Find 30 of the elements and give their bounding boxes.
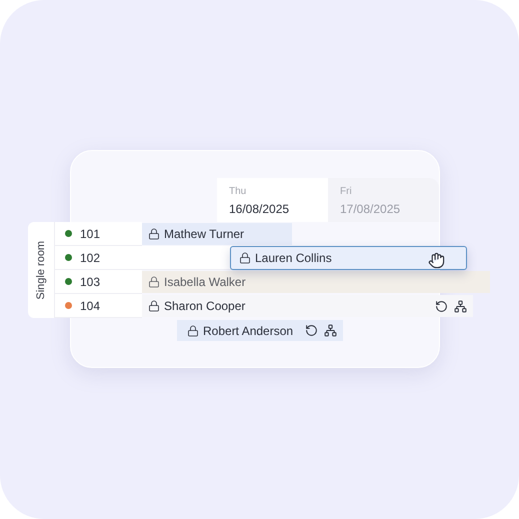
room-number: 102 [80,250,100,266]
booking-bar[interactable]: Isabella Walker [142,271,490,293]
day-header[interactable]: Thu 16/08/2025 [217,178,328,222]
booking-bar[interactable]: Mathew Turner [142,223,292,245]
guest-name: Robert Anderson [203,322,294,340]
dragged-booking-bar[interactable]: Lauren Collins [230,246,467,270]
refresh-icon[interactable] [305,324,318,337]
date-label: 17/08/2025 [340,201,402,218]
booking-bar[interactable]: Sharon Cooper [142,295,473,317]
room-number: 101 [80,226,100,242]
room-number: 104 [80,298,100,314]
guest-name: Mathew Turner [164,226,244,243]
grab-cursor-icon [428,252,445,268]
guest-name: Sharon Cooper [164,298,246,315]
guest-name: Lauren Collins [255,250,332,267]
hierarchy-icon[interactable] [324,324,337,337]
lock-icon [148,276,160,288]
weekday-label: Thu [229,186,248,198]
lock-icon [239,252,251,264]
refresh-icon[interactable] [435,300,448,312]
room-number: 103 [80,274,100,290]
hierarchy-icon[interactable] [454,300,467,312]
lock-icon [187,324,199,336]
lock-icon [148,228,160,240]
lock-icon [148,300,160,312]
guest-name: Isabella Walker [164,274,246,291]
date-label: 16/08/2025 [229,201,290,218]
room-group-label: Single room [34,240,48,300]
weekday-label: Fri [340,186,353,198]
unassigned-booking-bar[interactable]: Robert Anderson [177,320,343,341]
